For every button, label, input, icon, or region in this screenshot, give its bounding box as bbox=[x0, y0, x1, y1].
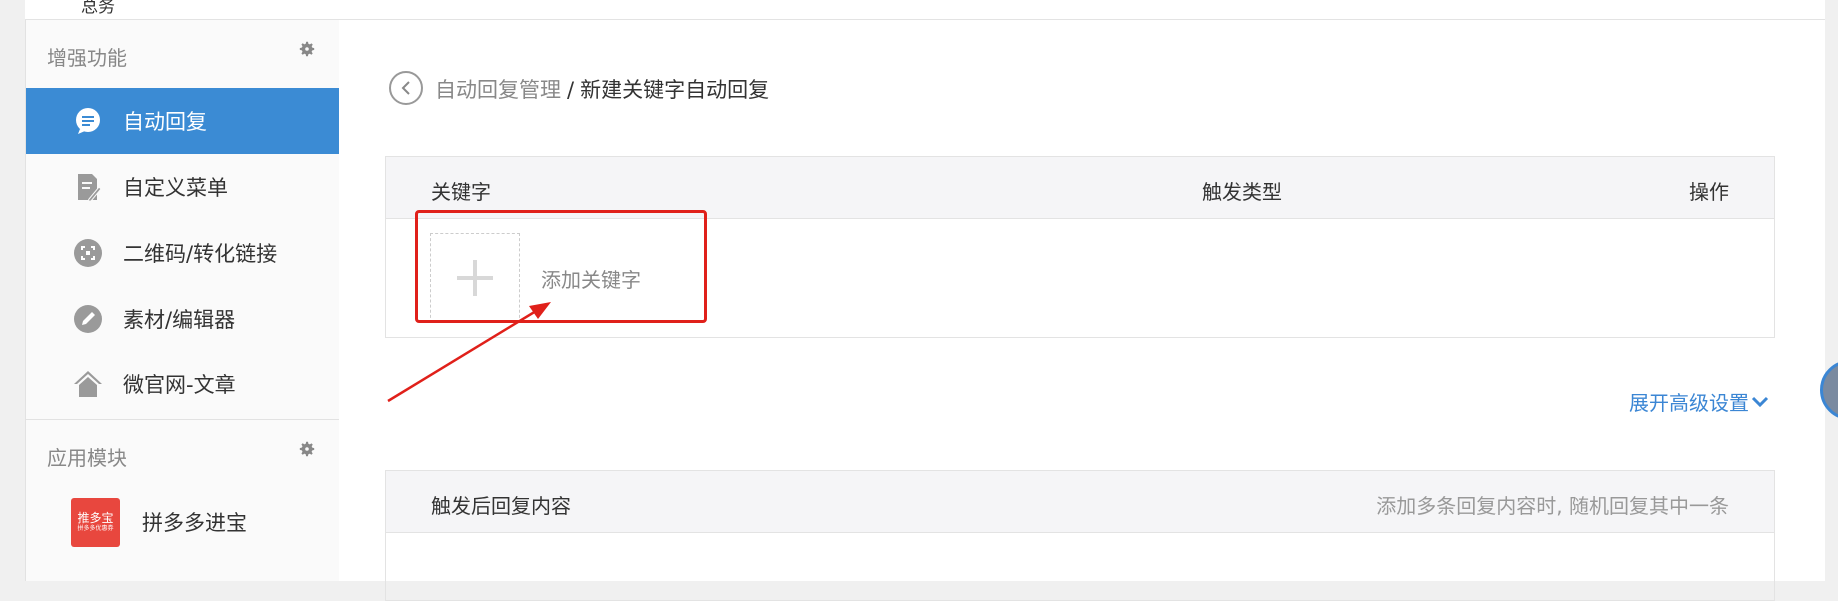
reply-content-section: 触发后回复内容 添加多条回复内容时, 随机回复其中一条 bbox=[385, 470, 1775, 601]
reply-content-hint: 添加多条回复内容时, 随机回复其中一条 bbox=[1376, 494, 1729, 518]
gear-icon[interactable] bbox=[298, 440, 316, 458]
home-icon bbox=[73, 369, 103, 399]
sidebar-item-auto-reply[interactable]: 自动回复 bbox=[26, 88, 339, 154]
sidebar-item-qrcode[interactable]: 二维码/转化链接 bbox=[26, 220, 339, 286]
top-bar: 总务 后 bbox=[25, 0, 1838, 20]
document-edit-icon bbox=[73, 172, 103, 202]
reply-content-title: 触发后回复内容 bbox=[431, 494, 571, 518]
advanced-settings-label: 展开高级设置 bbox=[1629, 391, 1749, 415]
gear-icon[interactable] bbox=[298, 40, 316, 58]
advanced-settings-toggle[interactable]: 展开高级设置 bbox=[1629, 387, 1769, 416]
apps-section-header: 应用模块 bbox=[26, 420, 339, 486]
column-trigger-type: 触发类型 bbox=[1202, 180, 1282, 204]
apps-section-title: 应用模块 bbox=[47, 446, 127, 470]
chevron-down-icon bbox=[1751, 396, 1769, 407]
sidebar-item-micro-site[interactable]: 微官网-文章 bbox=[26, 351, 339, 417]
app-logo: 推多宝 拼多多优惠券 bbox=[71, 497, 120, 547]
app-logo-text: 推多宝 bbox=[77, 511, 114, 525]
sidebar-item-label: 自动回复 bbox=[123, 110, 207, 134]
sidebar-item-label: 素材/编辑器 bbox=[123, 308, 236, 332]
pencil-icon bbox=[73, 304, 103, 334]
sidebar-item-custom-menu[interactable]: 自定义菜单 bbox=[26, 154, 339, 220]
main-content: 自动回复管理 / 新建关键字自动回复 关键字 触发类型 操作 添加关键字 展开高级设… bbox=[339, 20, 1825, 601]
sidebar-item-pdd-jinbao[interactable]: 推多宝 拼多多优惠券 拼多多进宝 bbox=[26, 487, 339, 557]
enhance-section-title: 增强功能 bbox=[47, 46, 127, 70]
app-logo-subtext: 拼多多优惠券 bbox=[77, 525, 114, 532]
sidebar-item-label: 微官网-文章 bbox=[123, 373, 236, 397]
chat-bubble-icon bbox=[73, 106, 103, 136]
right-gutter bbox=[1825, 0, 1838, 581]
column-actions: 操作 bbox=[1689, 180, 1729, 204]
top-bar-text: 总务 bbox=[81, 0, 115, 17]
sidebar-item-label: 自定义菜单 bbox=[123, 176, 228, 200]
sidebar-item-materials[interactable]: 素材/编辑器 bbox=[26, 286, 339, 352]
enhance-section-header: 增强功能 bbox=[26, 20, 339, 86]
reply-content-header: 触发后回复内容 添加多条回复内容时, 随机回复其中一条 bbox=[386, 471, 1774, 533]
sidebar: 增强功能 自动回复 自定义菜单 二维码/转化链接 素材/编辑器 微官网-文章 应… bbox=[25, 20, 340, 581]
sidebar-item-label: 拼多多进宝 bbox=[142, 511, 247, 535]
annotation-arrow bbox=[387, 302, 551, 403]
qrcode-scan-icon bbox=[73, 238, 103, 268]
sidebar-item-label: 二维码/转化链接 bbox=[123, 242, 278, 266]
